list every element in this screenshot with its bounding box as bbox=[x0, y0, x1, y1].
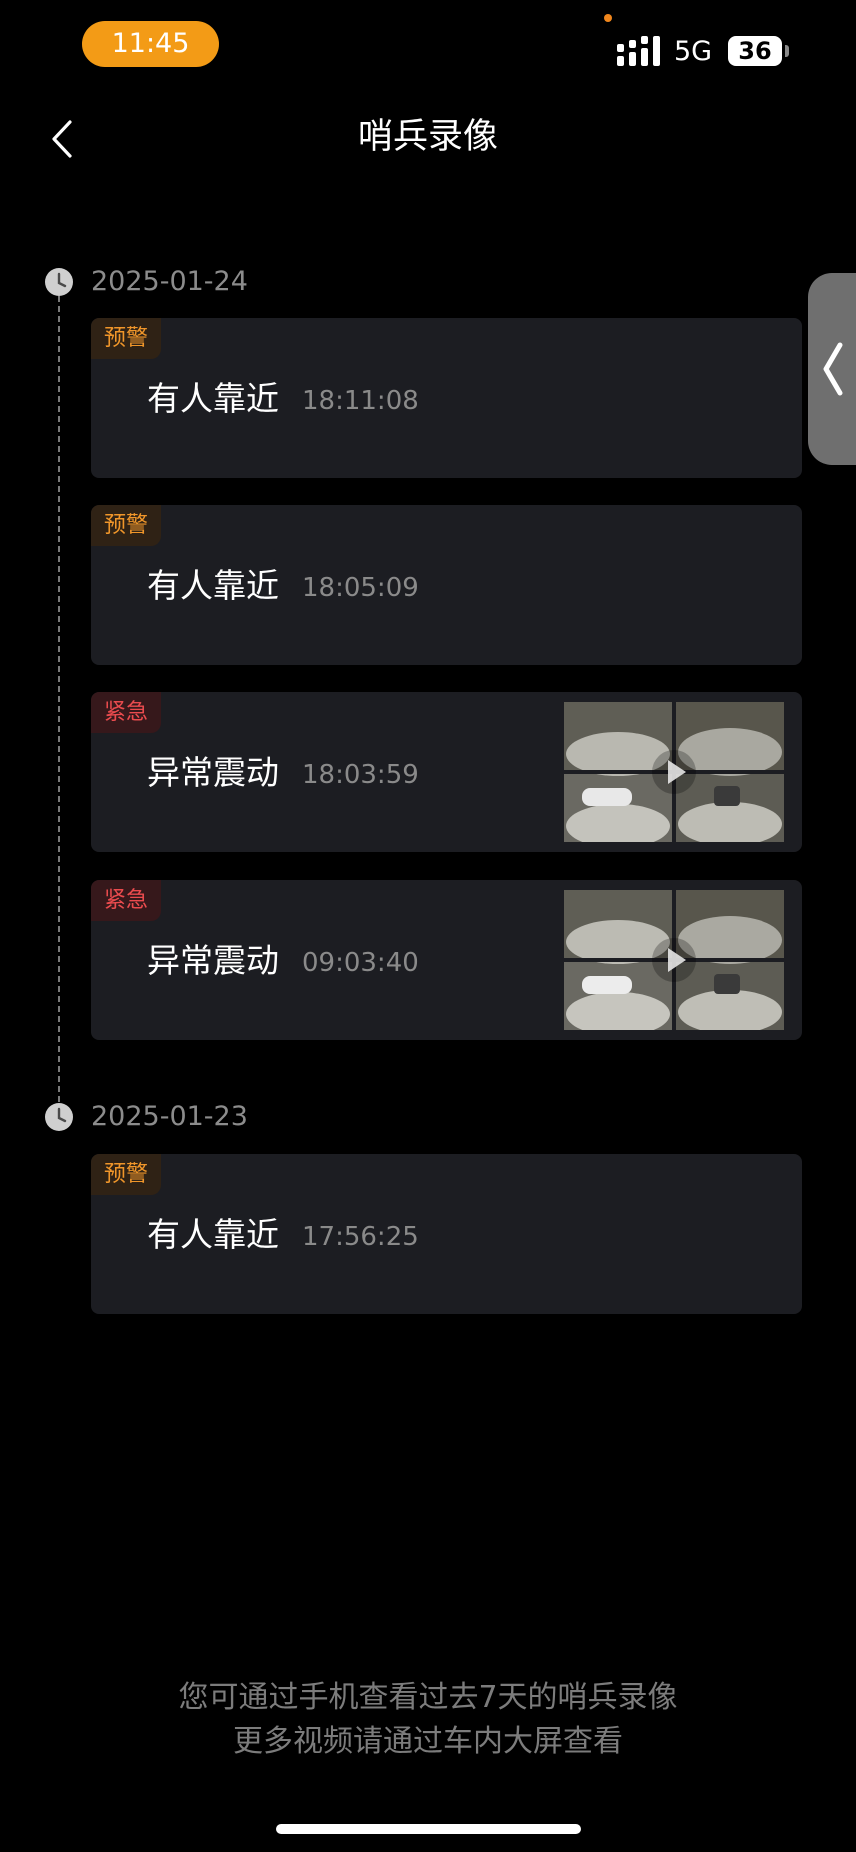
event-tag: 预警 bbox=[91, 318, 162, 359]
event-tag: 预警 bbox=[91, 505, 162, 546]
event-time: 18:05:09 bbox=[302, 573, 419, 603]
camera-grid-image bbox=[564, 890, 784, 1030]
event-card[interactable]: 预警 有人靠近 17:56:25 bbox=[91, 1154, 802, 1314]
date-label: 2025-01-23 bbox=[91, 1101, 248, 1132]
event-time: 18:11:08 bbox=[302, 386, 419, 416]
chevron-left-icon bbox=[823, 342, 843, 396]
network-type-label: 5G bbox=[674, 36, 713, 67]
privacy-indicator-dot bbox=[604, 14, 612, 22]
event-label: 异常震动 bbox=[147, 753, 279, 792]
event-label: 有人靠近 bbox=[147, 1215, 279, 1254]
clock-icon bbox=[45, 1103, 73, 1131]
battery-tip bbox=[785, 45, 789, 57]
event-label: 有人靠近 bbox=[147, 566, 279, 605]
event-tag: 紧急 bbox=[91, 692, 162, 733]
status-bar: 11:45 5G 36 bbox=[0, 0, 856, 92]
event-time: 09:03:40 bbox=[302, 948, 419, 978]
footer-note-line1: 您可通过手机查看过去7天的哨兵录像 bbox=[178, 1680, 678, 1715]
event-label: 有人靠近 bbox=[147, 379, 279, 418]
footer-note-line2: 更多视频请通过车内大屏查看 bbox=[233, 1724, 623, 1759]
clock-icon bbox=[45, 268, 73, 296]
event-card[interactable]: 预警 有人靠近 18:05:09 bbox=[91, 505, 802, 665]
event-card[interactable]: 紧急 异常震动 18:03:59 bbox=[91, 692, 802, 852]
event-time: 18:03:59 bbox=[302, 760, 419, 790]
signal-icon bbox=[617, 36, 660, 66]
event-tag: 紧急 bbox=[91, 880, 162, 921]
event-label: 异常震动 bbox=[147, 941, 279, 980]
event-tag: 预警 bbox=[91, 1154, 162, 1195]
timeline-line bbox=[58, 296, 60, 1102]
camera-grid-image bbox=[564, 702, 784, 842]
video-thumbnail[interactable] bbox=[564, 702, 784, 842]
event-card[interactable]: 紧急 异常震动 09:03:40 bbox=[91, 880, 802, 1040]
status-time[interactable]: 11:45 bbox=[82, 21, 219, 67]
side-drawer-handle[interactable] bbox=[808, 273, 856, 465]
date-label: 2025-01-24 bbox=[91, 266, 248, 297]
video-thumbnail[interactable] bbox=[564, 890, 784, 1030]
event-card[interactable]: 预警 有人靠近 18:11:08 bbox=[91, 318, 802, 478]
event-time: 17:56:25 bbox=[302, 1222, 419, 1252]
battery-icon: 36 bbox=[728, 36, 782, 66]
home-indicator[interactable] bbox=[276, 1824, 581, 1834]
page-title: 哨兵录像 bbox=[357, 117, 498, 157]
